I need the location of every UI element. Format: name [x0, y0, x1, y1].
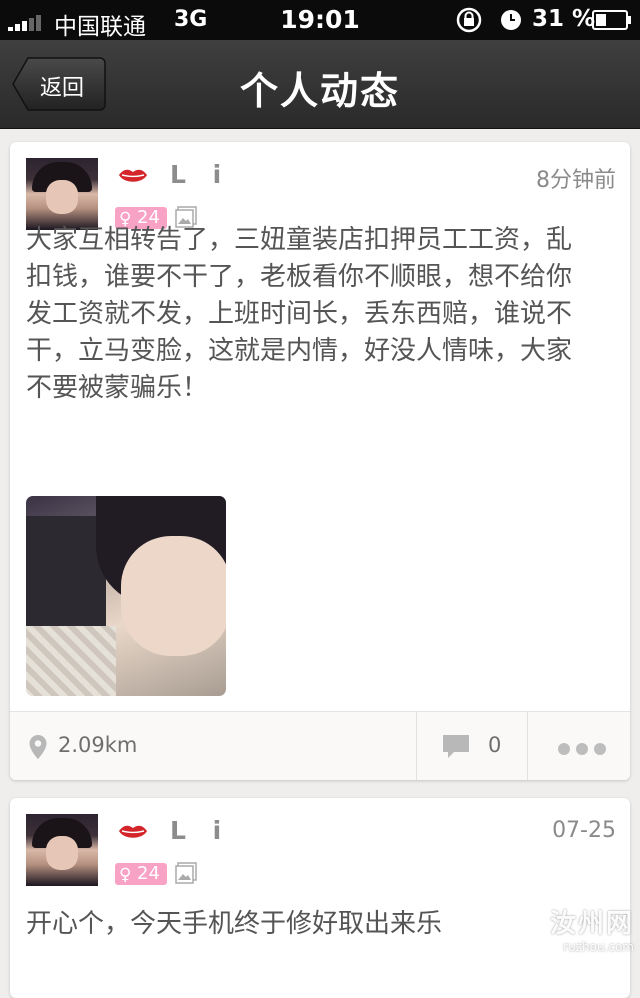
avatar[interactable]: [26, 814, 98, 886]
avatar[interactable]: [26, 158, 98, 230]
post-time: 07-25: [552, 818, 616, 843]
site-watermark: 汝州网 ruzhou.com: [550, 903, 634, 954]
comment-button[interactable]: 0: [418, 712, 528, 780]
battery-icon: [592, 10, 631, 30]
status-bar: 中国联通 3G 19:01 31 %: [0, 0, 640, 40]
post-content: 开心个，今天手机终于修好取出来乐: [26, 909, 443, 939]
comment-count: 0: [488, 733, 502, 757]
female-icon: ♀: [119, 865, 132, 885]
post-card[interactable]: L i 07-25 ♀ 24 开心个，今天手机终于修好取出来乐: [10, 798, 630, 998]
age-value: 24: [137, 863, 160, 884]
post-photo[interactable]: [26, 496, 226, 696]
post-content: 大家互相转告了，三妞童装店扣押员工工资，乱扣钱，谁要不干了，老板看你不顺眼，想不…: [26, 225, 573, 403]
page-title: 个人动态: [239, 69, 400, 113]
lips-icon: [119, 825, 147, 838]
alarm-icon: [501, 10, 521, 30]
username[interactable]: L i: [170, 160, 230, 189]
navigation-bar: 返回 个人动态: [0, 40, 640, 129]
post-card[interactable]: L i 8分钟前 ♀ 24 大家互相转告了，三妞童装店扣押员工工资，乱扣钱，谁要…: [10, 142, 630, 780]
battery-percentage: 31 %: [532, 6, 596, 32]
rotation-lock-icon: [456, 7, 482, 33]
comment-icon: [443, 735, 469, 758]
more-options-button[interactable]: [528, 712, 630, 780]
post-time: 8分钟前: [536, 168, 616, 193]
distance-label: 2.09km: [58, 733, 138, 757]
gender-age-badge: ♀ 24: [115, 863, 167, 885]
username[interactable]: L i: [170, 816, 230, 845]
watermark-domain: ruzhou.com: [563, 940, 634, 954]
photo-album-icon: [175, 862, 197, 884]
location-pin-icon: [29, 735, 47, 759]
lips-icon: [119, 169, 147, 182]
watermark-logo: 汝州网: [549, 909, 634, 939]
divider: [416, 712, 417, 780]
post-action-bar: 2.09km 0: [10, 711, 630, 780]
